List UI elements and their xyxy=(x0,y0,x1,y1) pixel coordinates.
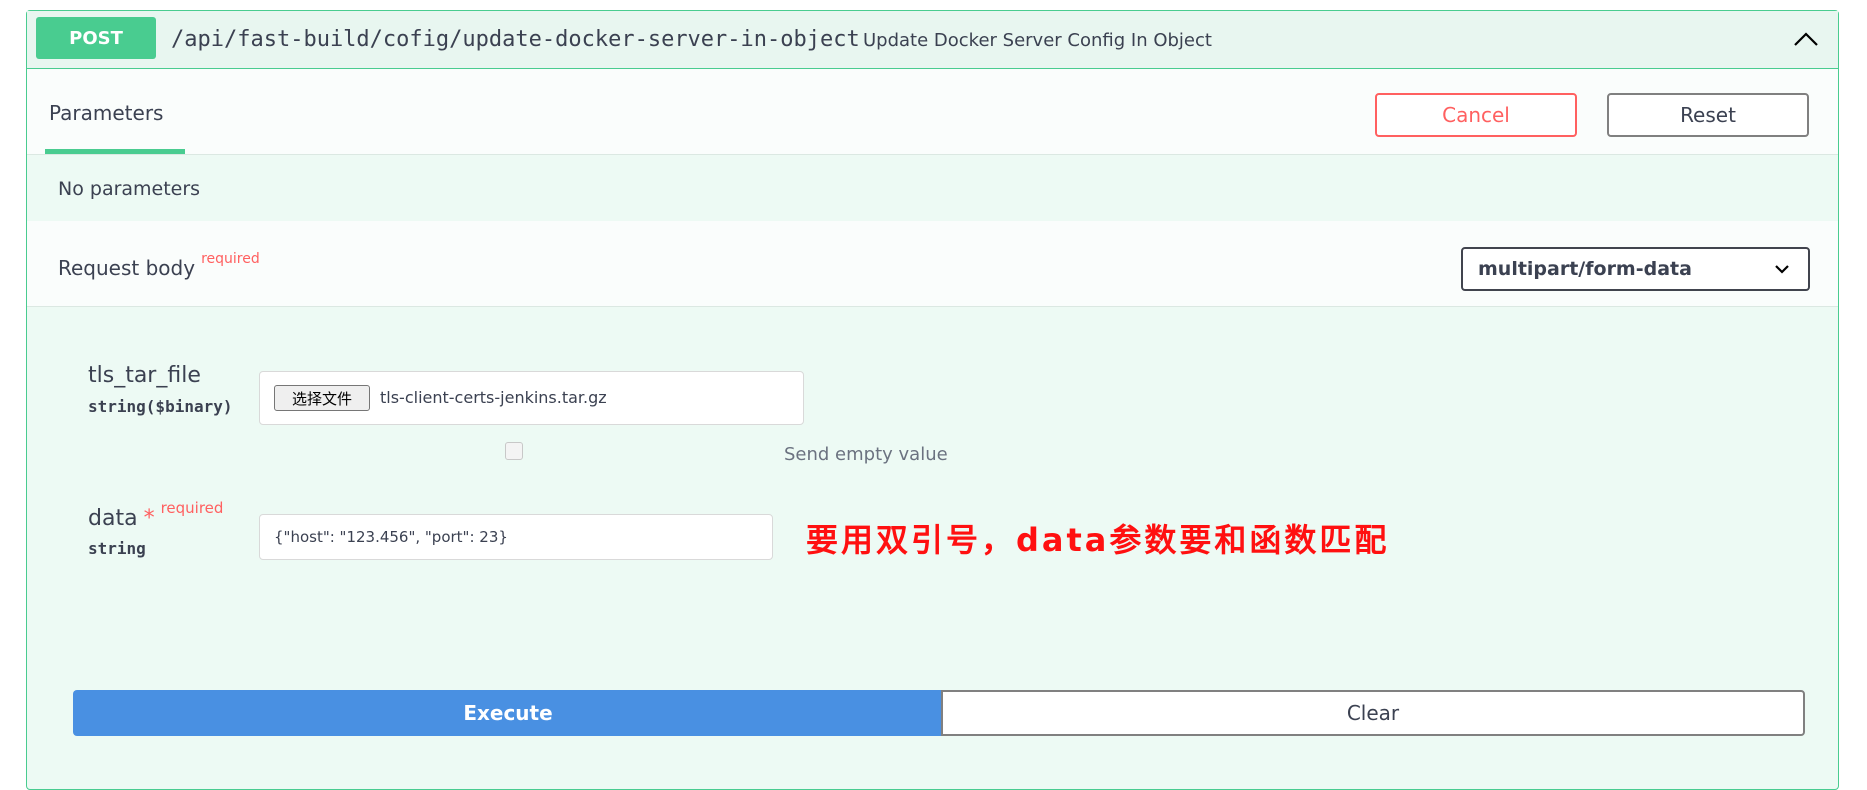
content-type-value: multipart/form-data xyxy=(1478,258,1692,280)
request-body-label: Request body xyxy=(58,256,196,280)
send-empty-value-label: Send empty value xyxy=(784,444,948,465)
tab-parameters[interactable]: Parameters xyxy=(45,99,183,151)
param-name-tls-tar-file: tls_tar_file xyxy=(88,363,201,388)
cancel-button[interactable]: Cancel xyxy=(1375,93,1577,137)
operation-summary[interactable]: POST /api/fast-build/cofig/update-docker… xyxy=(27,11,1838,69)
required-marker: required xyxy=(160,499,224,517)
selected-file-name: tls-client-certs-jenkins.tar.gz xyxy=(380,388,607,407)
http-method-badge: POST xyxy=(36,17,156,59)
parameters-header: Parameters Cancel Reset xyxy=(27,69,1838,155)
param-type-tls-tar-file: string($binary) xyxy=(88,397,233,416)
request-body-title: Request body required xyxy=(58,251,260,280)
send-empty-value-checkbox[interactable] xyxy=(505,442,523,460)
choose-file-button[interactable]: 选择文件 xyxy=(274,385,370,411)
endpoint-summary: Update Docker Server Config In Object xyxy=(863,30,1212,51)
file-upload-field[interactable]: 选择文件 tls-client-certs-jenkins.tar.gz xyxy=(259,371,804,425)
endpoint-path: /api/fast-build/cofig/update-docker-serv… xyxy=(171,27,860,52)
reset-button[interactable]: Reset xyxy=(1607,93,1809,137)
active-tab-indicator xyxy=(45,149,185,154)
tab-parameters-label: Parameters xyxy=(49,101,164,125)
chevron-down-icon xyxy=(1775,265,1789,274)
request-body-header: Request body required multipart/form-data xyxy=(27,221,1838,307)
required-marker: required xyxy=(201,251,260,267)
clear-button[interactable]: Clear xyxy=(941,690,1805,736)
no-parameters-text: No parameters xyxy=(58,178,201,200)
param-name-data: data * required xyxy=(88,499,223,531)
annotation-note: 要用双引号，data参数要和函数匹配 xyxy=(806,521,1390,559)
execute-button[interactable]: Execute xyxy=(73,690,943,736)
param-data-label: data xyxy=(88,506,138,531)
required-star: * xyxy=(143,506,155,531)
content-type-select[interactable]: multipart/form-data xyxy=(1461,247,1810,291)
data-input[interactable] xyxy=(259,514,773,560)
param-type-data: string xyxy=(88,539,146,558)
chevron-up-icon[interactable] xyxy=(1792,25,1820,53)
